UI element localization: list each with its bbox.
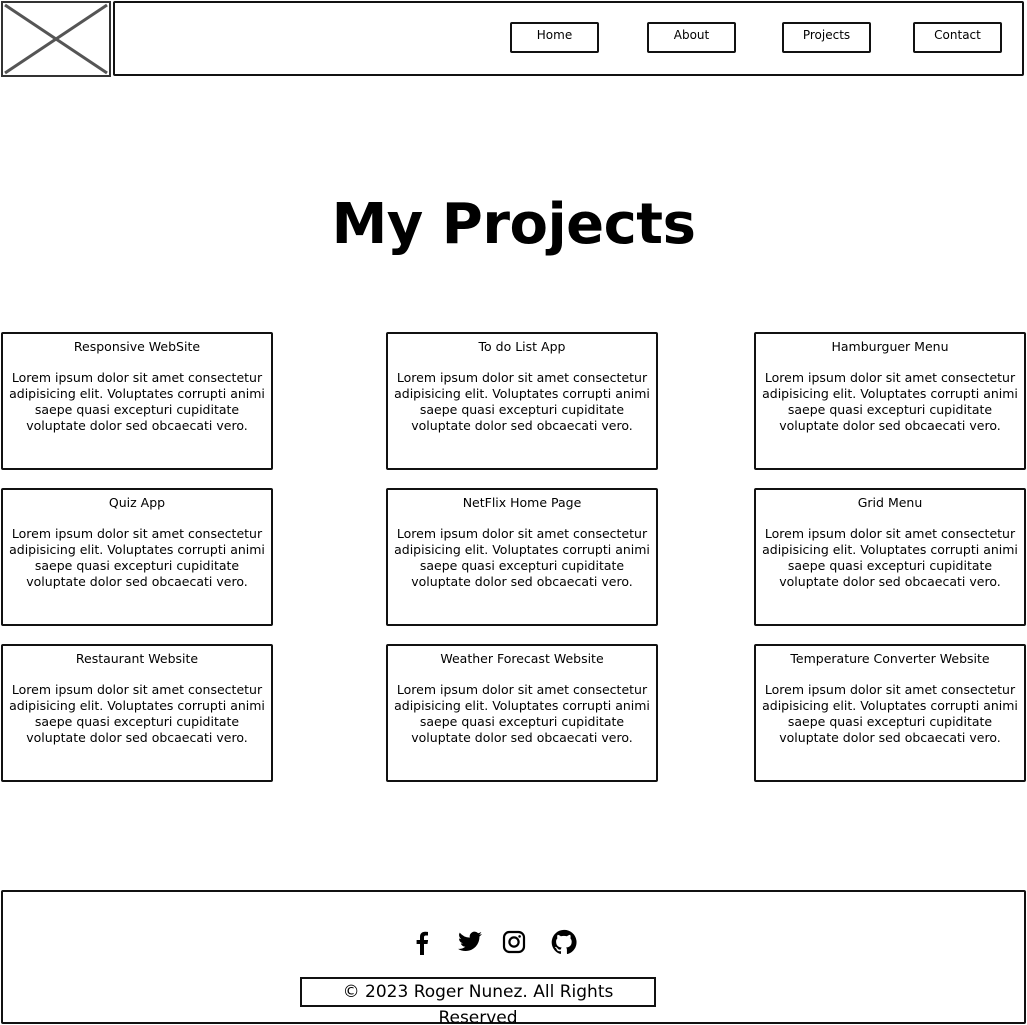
image-placeholder-icon	[4, 3, 108, 75]
project-card-title: To do List App	[478, 339, 566, 354]
project-card[interactable]: Restaurant Website Lorem ipsum dolor sit…	[1, 644, 273, 782]
logo-image-placeholder[interactable]	[1, 1, 111, 77]
nav-projects-button[interactable]: Projects	[782, 22, 871, 53]
project-card-title: NetFlix Home Page	[462, 495, 582, 510]
project-card[interactable]: Hamburguer Menu Lorem ipsum dolor sit am…	[754, 332, 1026, 470]
project-card-title: Temperature Converter Website	[790, 651, 990, 666]
project-card-title: Grid Menu	[857, 495, 923, 510]
project-card-description: Lorem ipsum dolor sit amet consectetur a…	[394, 526, 650, 589]
page: Home About Projects Contact My Projects …	[0, 0, 1027, 1025]
project-card[interactable]: To do List App Lorem ipsum dolor sit ame…	[386, 332, 658, 470]
project-card-title: Restaurant Website	[75, 651, 199, 666]
project-card[interactable]: Temperature Converter Website Lorem ipsu…	[754, 644, 1026, 782]
nav-home-button[interactable]: Home	[510, 22, 599, 53]
project-card-description: Lorem ipsum dolor sit amet consectetur a…	[762, 370, 1018, 433]
project-card[interactable]: Grid Menu Lorem ipsum dolor sit amet con…	[754, 488, 1026, 626]
project-card-title: Responsive WebSite	[73, 339, 201, 354]
facebook-icon[interactable]	[409, 929, 435, 955]
copyright-text: © 2023 Roger Nunez. All Rights Reserved	[300, 977, 656, 1025]
twitter-icon[interactable]	[457, 929, 483, 955]
project-card[interactable]: Quiz App Lorem ipsum dolor sit amet cons…	[1, 488, 273, 626]
project-card[interactable]: Weather Forecast Website Lorem ipsum dol…	[386, 644, 658, 782]
project-card-title: Weather Forecast Website	[440, 651, 604, 666]
project-card-description: Lorem ipsum dolor sit amet consectetur a…	[762, 682, 1018, 745]
project-card[interactable]: NetFlix Home Page Lorem ipsum dolor sit …	[386, 488, 658, 626]
page-title: My Projects	[331, 192, 696, 257]
project-card-description: Lorem ipsum dolor sit amet consectetur a…	[9, 682, 265, 745]
project-card-description: Lorem ipsum dolor sit amet consectetur a…	[9, 526, 265, 589]
github-icon[interactable]	[551, 929, 577, 955]
nav-contact-button[interactable]: Contact	[913, 22, 1002, 53]
project-card-description: Lorem ipsum dolor sit amet consectetur a…	[394, 370, 650, 433]
project-card-title: Quiz App	[108, 495, 166, 510]
project-card[interactable]: Responsive WebSite Lorem ipsum dolor sit…	[1, 332, 273, 470]
project-card-description: Lorem ipsum dolor sit amet consectetur a…	[9, 370, 265, 433]
project-card-title: Hamburguer Menu	[831, 339, 949, 354]
project-card-description: Lorem ipsum dolor sit amet consectetur a…	[394, 682, 650, 745]
nav-about-button[interactable]: About	[647, 22, 736, 53]
instagram-icon[interactable]	[501, 929, 527, 955]
project-card-description: Lorem ipsum dolor sit amet consectetur a…	[762, 526, 1018, 589]
